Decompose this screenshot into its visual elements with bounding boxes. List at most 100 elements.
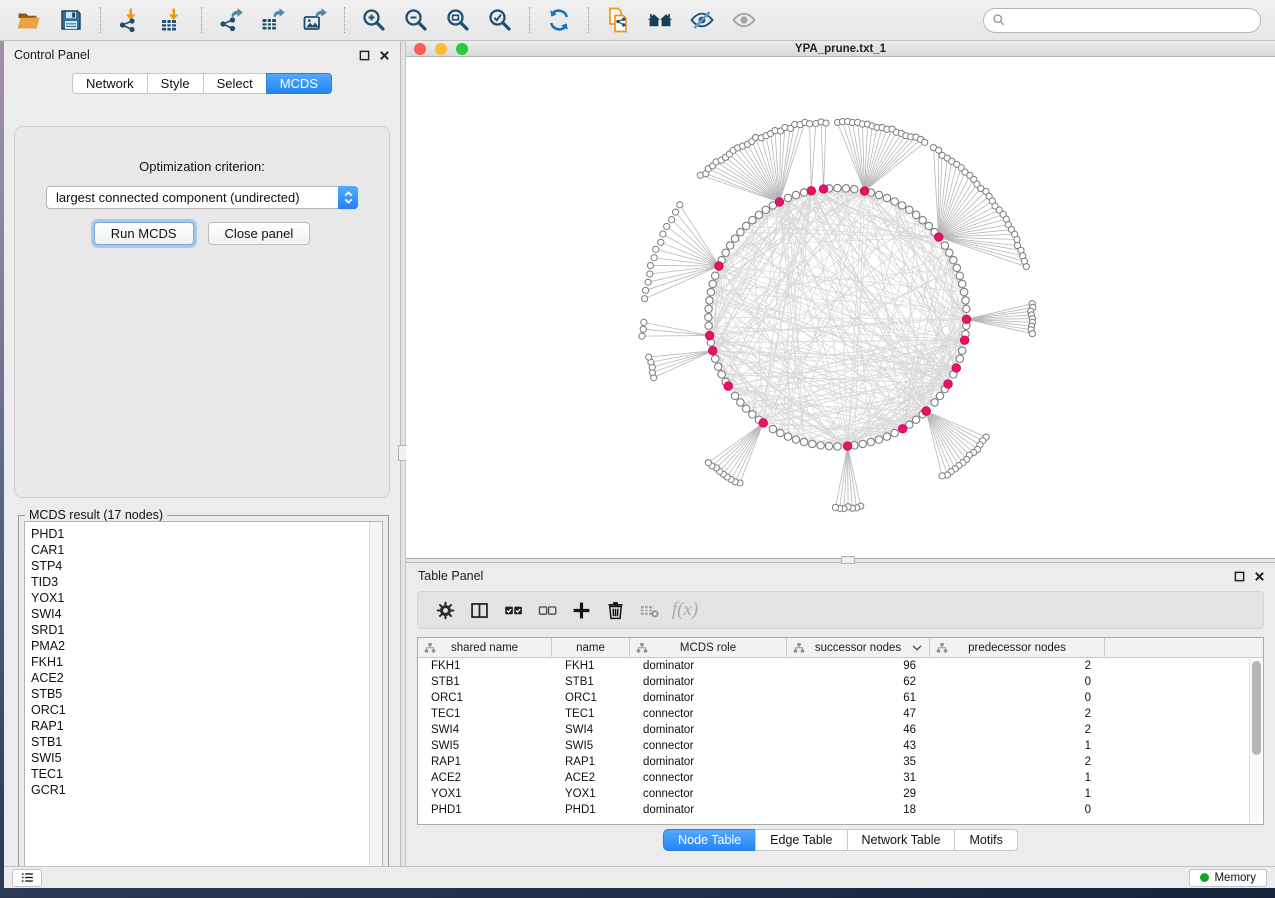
mcds-result-item[interactable]: ORC1 [31, 702, 369, 718]
mcds-result-item[interactable]: FKH1 [31, 654, 369, 670]
column-header-predecessor-nodes[interactable]: predecessor nodes [930, 638, 1105, 657]
tab-node-table[interactable]: Node Table [663, 829, 755, 851]
table-row[interactable]: ACE2ACE2connector311 [418, 770, 1263, 786]
table-panel-title: Table Panel [418, 569, 483, 583]
mcds-result-item[interactable]: SRD1 [31, 622, 369, 638]
import-network-icon[interactable] [115, 5, 145, 35]
create-column-icon[interactable] [564, 595, 598, 625]
table-row[interactable]: STB1STB1dominator620 [418, 674, 1263, 690]
mcds-result-item[interactable]: SWI5 [31, 750, 369, 766]
table-settings-gear-icon[interactable] [428, 595, 462, 625]
column-header-MCDS-role[interactable]: MCDS role [630, 638, 787, 657]
network-window-titlebar[interactable]: YPA_prune.txt_1 [406, 41, 1275, 57]
table-cell: connector [630, 772, 787, 784]
delete-column-icon[interactable] [598, 595, 632, 625]
table-row[interactable]: RAP1RAP1dominator352 [418, 754, 1263, 770]
mcds-result-scrollbar[interactable] [369, 522, 382, 871]
table-row[interactable]: FKH1FKH1dominator962 [418, 658, 1263, 674]
optimization-criterion-value: largest connected component (undirected) [47, 190, 338, 205]
zoom-selected-icon[interactable] [485, 5, 515, 35]
open-file-icon[interactable] [14, 5, 44, 35]
tab-network[interactable]: Network [72, 73, 147, 94]
task-history-button[interactable] [12, 869, 42, 887]
tab-style[interactable]: Style [147, 73, 203, 94]
zoom-in-icon[interactable] [359, 5, 389, 35]
horizontal-splitter[interactable] [406, 559, 1275, 563]
column-header-successor-nodes[interactable]: successor nodes [787, 638, 930, 657]
mcds-result-item[interactable]: TID3 [31, 574, 369, 590]
table-row[interactable]: PHD1PHD1dominator180 [418, 802, 1263, 818]
import-table-icon[interactable] [157, 5, 187, 35]
mcds-result-item[interactable]: RAP1 [31, 718, 369, 734]
mcds-result-item[interactable]: PHD1 [31, 526, 369, 542]
network-graph[interactable] [406, 57, 1275, 558]
split-table-icon[interactable] [462, 595, 496, 625]
table-cell: ACE2 [418, 772, 552, 784]
hide-selected-icon[interactable] [687, 5, 717, 35]
table-row[interactable]: ORC1ORC1dominator610 [418, 690, 1263, 706]
mcds-result-item[interactable]: CAR1 [31, 542, 369, 558]
table-row[interactable]: SWI5SWI5connector431 [418, 738, 1263, 754]
tab-select[interactable]: Select [203, 73, 266, 94]
mcds-result-item[interactable]: STB5 [31, 686, 369, 702]
hide-all-columns-icon[interactable] [530, 595, 564, 625]
function-builder-icon: f(x) [666, 595, 700, 625]
table-row[interactable]: TEC1TEC1connector472 [418, 706, 1263, 722]
optimization-criterion-select[interactable]: largest connected component (undirected) [46, 186, 358, 209]
mcds-result-item[interactable]: PMA2 [31, 638, 369, 654]
close-panel-icon[interactable] [1254, 571, 1265, 582]
table-cell: YOX1 [552, 788, 630, 800]
search-input[interactable] [1011, 13, 1252, 27]
table-scrollbar[interactable] [1249, 659, 1263, 823]
export-network-icon[interactable] [216, 5, 246, 35]
toolbar-icon-group [8, 5, 765, 35]
table-cell: 18 [787, 804, 930, 816]
mcds-result-item[interactable]: ACE2 [31, 670, 369, 686]
show-all-columns-icon[interactable] [496, 595, 530, 625]
float-panel-icon[interactable] [359, 50, 370, 61]
table-cell: 29 [787, 788, 930, 800]
mcds-result-item[interactable]: SWI4 [31, 606, 369, 622]
network-canvas[interactable] [406, 57, 1275, 558]
mcds-result-box: MCDS result (17 nodes) PHD1CAR1STP4TID3Y… [18, 515, 389, 878]
table-cell: PHD1 [552, 804, 630, 816]
zoom-out-icon[interactable] [401, 5, 431, 35]
run-mcds-button[interactable]: Run MCDS [94, 222, 194, 245]
tab-network-table[interactable]: Network Table [847, 829, 955, 851]
splitter-grip-icon[interactable] [841, 556, 855, 564]
table-cell: 2 [930, 724, 1105, 736]
tab-edge-table[interactable]: Edge Table [755, 829, 846, 851]
mcds-result-item[interactable]: TEC1 [31, 766, 369, 782]
table-cell: RAP1 [552, 756, 630, 768]
mcds-result-item[interactable]: STP4 [31, 558, 369, 574]
close-panel-icon[interactable] [379, 50, 390, 61]
refresh-layout-icon[interactable] [544, 5, 574, 35]
float-panel-icon[interactable] [1234, 571, 1245, 582]
export-image-icon[interactable] [300, 5, 330, 35]
show-all-icon[interactable] [729, 5, 759, 35]
column-header-name[interactable]: name [552, 638, 630, 657]
close-panel-button[interactable]: Close panel [208, 222, 311, 245]
tab-motifs[interactable]: Motifs [954, 829, 1017, 851]
table-row[interactable]: SWI4SWI4dominator462 [418, 722, 1263, 738]
table-cell: 1 [930, 788, 1105, 800]
memory-button[interactable]: Memory [1189, 869, 1267, 887]
search-box[interactable] [983, 8, 1261, 33]
table-cell: connector [630, 740, 787, 752]
column-header-shared-name[interactable]: shared name [418, 638, 552, 657]
tab-mcds[interactable]: MCDS [266, 73, 332, 94]
first-neighbors-icon[interactable] [645, 5, 675, 35]
mcds-result-item[interactable]: STB1 [31, 734, 369, 750]
table-cell: SWI5 [418, 740, 552, 752]
scrollbar-thumb[interactable] [1252, 661, 1261, 755]
mcds-result-list[interactable]: PHD1CAR1STP4TID3YOX1SWI4SRD1PMA2FKH1ACE2… [25, 522, 369, 871]
save-session-icon[interactable] [56, 5, 86, 35]
zoom-fit-icon[interactable] [443, 5, 473, 35]
main-toolbar [0, 0, 1275, 41]
export-table-icon[interactable] [258, 5, 288, 35]
toolbar-separator [201, 7, 202, 33]
table-row[interactable]: YOX1YOX1connector291 [418, 786, 1263, 802]
clone-network-icon[interactable] [603, 5, 633, 35]
mcds-result-item[interactable]: YOX1 [31, 590, 369, 606]
mcds-result-item[interactable]: GCR1 [31, 782, 369, 798]
